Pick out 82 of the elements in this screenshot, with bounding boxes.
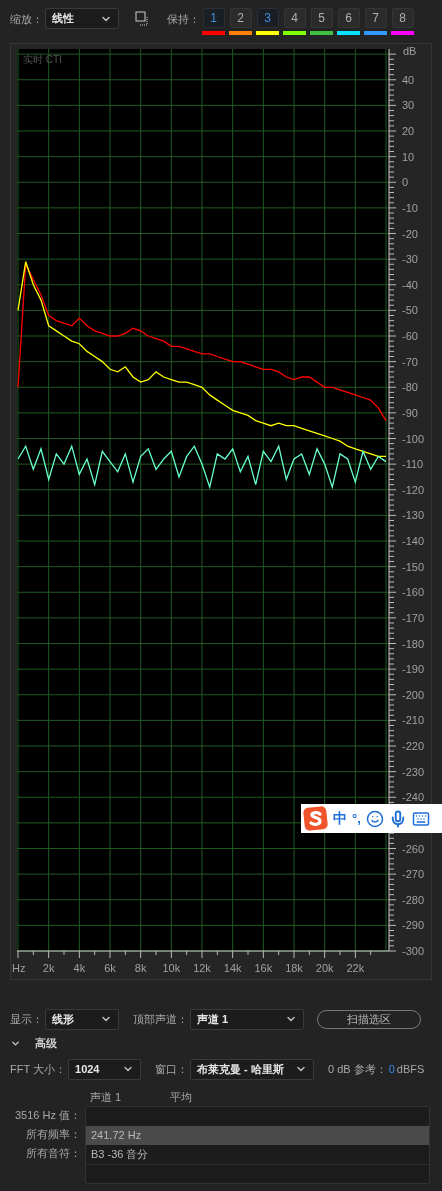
y-tick-label: 20 (402, 125, 415, 137)
y-tick-label: -50 (402, 304, 418, 317)
y-tick-label: -140 (402, 535, 425, 547)
y-tick-label: -10 (402, 201, 418, 214)
window-label: 窗口： (155, 1061, 188, 1077)
y-tick-label: -100 (402, 432, 425, 445)
x-tick-label: 16k (254, 962, 273, 974)
y-tick-label: -240 (402, 791, 425, 804)
y-tick-label: -230 (402, 765, 425, 778)
display-label: 显示： (10, 1011, 43, 1027)
selection-icon (135, 11, 150, 26)
x-tick-label: 14k (223, 962, 242, 974)
reference-label: 0 dB 参考： (328, 1061, 387, 1077)
y-tick-label: -60 (402, 330, 418, 342)
x-tick-label: 2k (42, 962, 55, 974)
y-tick-label: -70 (402, 355, 418, 368)
y-tick-label: -200 (402, 688, 425, 701)
y-tick-label: -210 (402, 714, 425, 727)
hold-button[interactable]: 4 (283, 8, 306, 28)
y-tick-label: -80 (402, 381, 418, 394)
y-tick-label: -30 (402, 253, 418, 266)
zoom-select[interactable]: 线性 (45, 8, 119, 29)
y-tick-label: -220 (402, 740, 425, 752)
reference-unit: dBFS (396, 1061, 425, 1077)
y-tick-label: -300 (402, 945, 425, 957)
hold-button[interactable]: 1 (202, 8, 225, 28)
y-tick-label: -170 (402, 611, 425, 624)
emoji-icon[interactable] (365, 809, 384, 828)
hold-button[interactable]: 5 (310, 8, 333, 28)
row-label: 所有频率： (25, 1127, 81, 1142)
y-tick-label: -40 (402, 278, 418, 291)
x-tick-label: Hz (12, 962, 26, 974)
hold-button[interactable]: 7 (364, 8, 387, 28)
y-tick-label: -130 (402, 509, 425, 522)
display-select[interactable]: 线形 (45, 1008, 119, 1030)
hold-button[interactable]: 6 (337, 8, 360, 28)
reference-value[interactable]: 0 (388, 1060, 395, 1078)
y-tick-label: -150 (402, 560, 425, 573)
y-tick-label: -290 (402, 919, 425, 932)
hold-button[interactable]: 3 (256, 8, 279, 28)
x-tick-label: 20k (315, 962, 334, 974)
hold-button[interactable]: 8 (391, 8, 414, 28)
x-tick-label: 18k (285, 962, 303, 974)
advanced-section-title[interactable]: 高级 (35, 1034, 57, 1052)
row-label: 3516 Hz 值： (13, 1108, 81, 1123)
y-tick-label: 30 (402, 99, 415, 112)
y-tick-label: 0 (402, 176, 409, 189)
row-label: 所有音符： (25, 1146, 81, 1161)
x-tick-label: 4k (73, 962, 86, 974)
y-tick-label: -110 (402, 458, 424, 471)
y-tick-label: -180 (402, 637, 425, 650)
table-row[interactable]: 241.72 Hz (86, 1126, 429, 1145)
y-tick-label: -90 (402, 406, 418, 419)
x-tick-label: 8k (134, 962, 147, 974)
y-tick-label: -270 (402, 868, 425, 881)
column-header: 平均 (169, 1089, 193, 1105)
column-header: 声道 1 (89, 1089, 123, 1105)
channel-select[interactable]: 声道 1 (190, 1008, 304, 1030)
keyboard-icon[interactable] (411, 809, 430, 828)
ime-punctuation[interactable]: °, (352, 808, 361, 829)
x-tick-label: 10k (162, 962, 181, 974)
x-tick-label: 12k (193, 962, 211, 974)
hold-label: 保持： (167, 12, 200, 27)
x-tick-label: 6k (104, 962, 116, 974)
table-row[interactable]: B3 -36 音分 (86, 1145, 429, 1164)
y-tick-label: -20 (402, 227, 418, 240)
y-tick-label: -160 (402, 586, 425, 599)
window-select[interactable]: 布莱克曼 - 哈里斯 (190, 1058, 314, 1080)
hold-button[interactable]: 2 (229, 8, 252, 28)
y-tick-label: 40 (402, 73, 415, 86)
y-tick-label: -120 (402, 483, 425, 496)
y-tick-label: -280 (402, 893, 425, 906)
axis-title: dB (403, 46, 417, 57)
zoom-label: 缩放： (10, 12, 43, 27)
ime-mode[interactable]: 中 (333, 808, 347, 829)
y-tick-label: -190 (402, 663, 425, 676)
fft-size-select[interactable]: 1024 (68, 1058, 141, 1080)
y-tick-label: 10 (402, 150, 415, 163)
y-tick-label: -260 (402, 842, 425, 855)
x-tick-label: 22k (346, 962, 365, 974)
channel-label: 顶部声道： (133, 1011, 188, 1027)
fft-size-label: FFT 大小： (10, 1061, 66, 1077)
